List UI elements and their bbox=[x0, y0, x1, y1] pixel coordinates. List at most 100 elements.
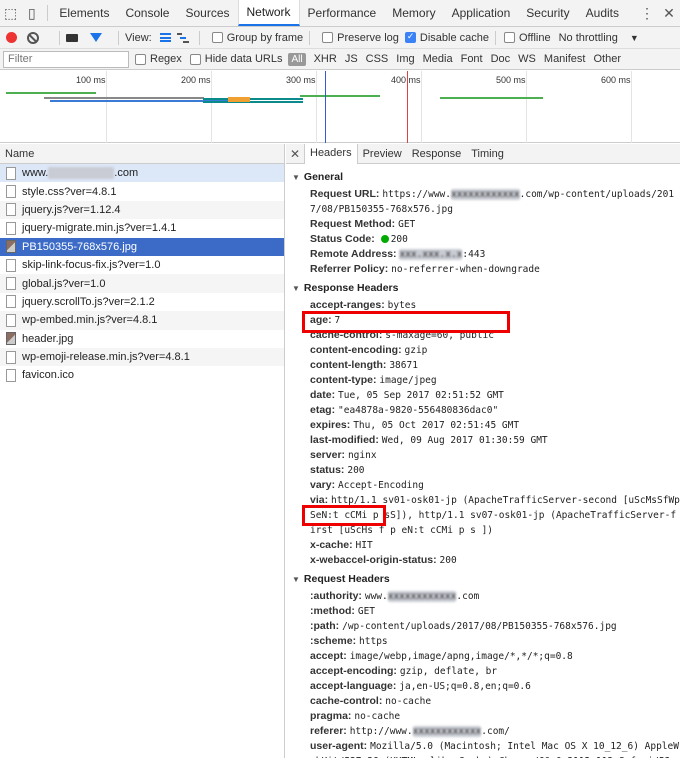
redacted-domain: xxxxxxxxxxxx bbox=[48, 167, 115, 180]
request-row[interactable]: jquery-migrate.min.js?ver=1.4.1 bbox=[0, 219, 284, 237]
clear-icon[interactable] bbox=[27, 31, 39, 44]
request-row[interactable]: header.jpg bbox=[0, 330, 284, 348]
request-name: favicon.ico bbox=[22, 369, 74, 382]
tab-audits[interactable]: Audits bbox=[578, 0, 627, 26]
preserve-log-checkbox[interactable] bbox=[322, 32, 334, 43]
header-row: status: 200 bbox=[292, 463, 680, 478]
tab-headers[interactable]: Headers bbox=[304, 144, 358, 164]
tab-response[interactable]: Response bbox=[407, 145, 467, 163]
request-row[interactable]: wp-embed.min.js?ver=4.8.1 bbox=[0, 311, 284, 330]
file-icon bbox=[6, 313, 16, 327]
tab-network[interactable]: Network bbox=[237, 0, 300, 26]
request-name: global.js?ver=1.0 bbox=[22, 277, 106, 290]
header-key: :path: bbox=[310, 620, 340, 632]
timeline-bar bbox=[44, 97, 204, 99]
request-row[interactable]: favicon.ico bbox=[0, 366, 284, 384]
filter-css[interactable]: CSS bbox=[366, 53, 389, 65]
status-ok-icon bbox=[380, 235, 389, 244]
request-row[interactable]: wp-emoji-release.min.js?ver=4.8.1 bbox=[0, 347, 284, 367]
hide-data-urls-checkbox[interactable] bbox=[189, 53, 201, 65]
tab-memory[interactable]: Memory bbox=[384, 0, 443, 26]
header-value: nginx bbox=[347, 450, 377, 461]
request-row-selected[interactable]: PB150355-768x576.jpg bbox=[0, 237, 284, 256]
header-key: Request URL: bbox=[310, 188, 380, 200]
filter-manifest[interactable]: Manifest bbox=[544, 53, 586, 65]
timeline-bar bbox=[6, 92, 96, 94]
tab-application[interactable]: Application bbox=[444, 0, 519, 26]
timeline-overview[interactable]: 100 ms 200 ms 300 ms 400 ms 500 ms 600 m… bbox=[0, 71, 680, 143]
filter-media[interactable]: Media bbox=[423, 53, 453, 65]
header-row: Referrer Policy: no-referrer-when-downgr… bbox=[292, 262, 680, 277]
filter-xhr[interactable]: XHR bbox=[314, 53, 337, 65]
section-response-headers[interactable]: ▼ Response Headers bbox=[292, 281, 680, 296]
filter-font[interactable]: Font bbox=[461, 53, 483, 65]
close-icon[interactable]: ✕ bbox=[658, 5, 680, 22]
filter-img[interactable]: Img bbox=[396, 53, 414, 65]
divider bbox=[309, 30, 311, 45]
request-row[interactable]: jquery.scrollTo.js?ver=2.1.2 bbox=[0, 293, 284, 311]
inspect-element-icon[interactable]: ⬚ bbox=[0, 0, 21, 26]
header-value: 200 bbox=[439, 555, 457, 566]
tab-performance[interactable]: Performance bbox=[300, 0, 385, 26]
view-label: View: bbox=[125, 31, 152, 44]
header-row-cache-control: cache-control: s-maxage=60, public bbox=[292, 328, 680, 343]
disable-cache-checkbox[interactable] bbox=[404, 31, 416, 43]
large-request-rows-icon[interactable] bbox=[159, 33, 171, 42]
request-row[interactable]: skip-link-focus-fix.js?ver=1.0 bbox=[0, 256, 284, 274]
tab-preview[interactable]: Preview bbox=[358, 145, 407, 163]
regex-checkbox[interactable] bbox=[135, 53, 146, 65]
section-general[interactable]: ▼ General bbox=[292, 170, 680, 185]
header-row: Request Method: GET bbox=[292, 217, 680, 232]
header-value: image/webp,image/apng,image/*,*/*;q=0.8 bbox=[349, 651, 573, 662]
request-row[interactable]: jquery.js?ver=1.12.4 bbox=[0, 200, 284, 220]
filter-js[interactable]: JS bbox=[345, 53, 358, 65]
timeline-bar bbox=[228, 97, 250, 102]
filter-icon[interactable] bbox=[90, 33, 102, 42]
header-key: referer: bbox=[310, 725, 347, 737]
overview-icon[interactable] bbox=[176, 33, 189, 43]
tab-elements[interactable]: Elements bbox=[51, 0, 117, 26]
header-key: accept-language: bbox=[310, 680, 397, 692]
header-value: GET bbox=[357, 606, 376, 617]
header-key: x-cache: bbox=[310, 539, 353, 551]
filter-other[interactable]: Other bbox=[593, 53, 621, 65]
tab-security[interactable]: Security bbox=[518, 0, 577, 26]
device-toolbar-icon[interactable]: ▯ bbox=[21, 0, 42, 26]
capture-screenshots-icon[interactable] bbox=[66, 33, 78, 42]
header-row: Request URL: https://www.xxxxxxxxxxxx.co… bbox=[292, 187, 680, 217]
filter-doc[interactable]: Doc bbox=[491, 53, 511, 65]
offline-checkbox[interactable] bbox=[503, 32, 515, 43]
section-request-headers[interactable]: ▼ Request Headers bbox=[292, 572, 680, 587]
throttling-select[interactable]: No throttling bbox=[559, 32, 618, 44]
close-details-icon[interactable]: ✕ bbox=[286, 147, 304, 161]
header-row: server: nginx bbox=[292, 448, 680, 463]
tab-console[interactable]: Console bbox=[117, 0, 177, 26]
more-options-icon[interactable]: ⋮ bbox=[636, 5, 658, 22]
divider bbox=[59, 30, 60, 45]
record-icon[interactable] bbox=[6, 32, 17, 43]
request-row[interactable]: global.js?ver=1.0 bbox=[0, 274, 284, 293]
group-by-frame-checkbox[interactable] bbox=[211, 32, 223, 43]
header-key: last-modified: bbox=[310, 434, 379, 446]
header-key: age: bbox=[310, 314, 332, 326]
dropdown-arrow-icon[interactable]: ▼ bbox=[630, 33, 639, 43]
filter-all-button[interactable]: All bbox=[288, 52, 306, 66]
divider bbox=[46, 5, 48, 21]
tab-timing[interactable]: Timing bbox=[466, 145, 509, 163]
request-row[interactable]: www.xxxxxxxxxxxx.com bbox=[0, 164, 284, 183]
expand-triangle-icon: ▼ bbox=[292, 173, 300, 182]
header-row: date: Tue, 05 Sep 2017 02:51:52 GMT bbox=[292, 388, 680, 403]
file-icon bbox=[6, 350, 16, 364]
filter-input[interactable] bbox=[3, 50, 129, 68]
tab-sources[interactable]: Sources bbox=[177, 0, 237, 26]
request-row[interactable]: style.css?ver=4.8.1 bbox=[0, 182, 284, 200]
header-value: 7 bbox=[334, 315, 341, 326]
name-column-header[interactable]: Name bbox=[0, 144, 284, 164]
header-value: /wp-content/uploads/2017/08/PB150355-768… bbox=[342, 621, 617, 632]
file-icon bbox=[6, 277, 16, 291]
filter-ws[interactable]: WS bbox=[518, 53, 536, 65]
divider bbox=[494, 30, 496, 45]
header-value: GET bbox=[398, 219, 416, 230]
header-key: cache-control: bbox=[310, 329, 383, 341]
header-value: gzip bbox=[404, 345, 428, 356]
